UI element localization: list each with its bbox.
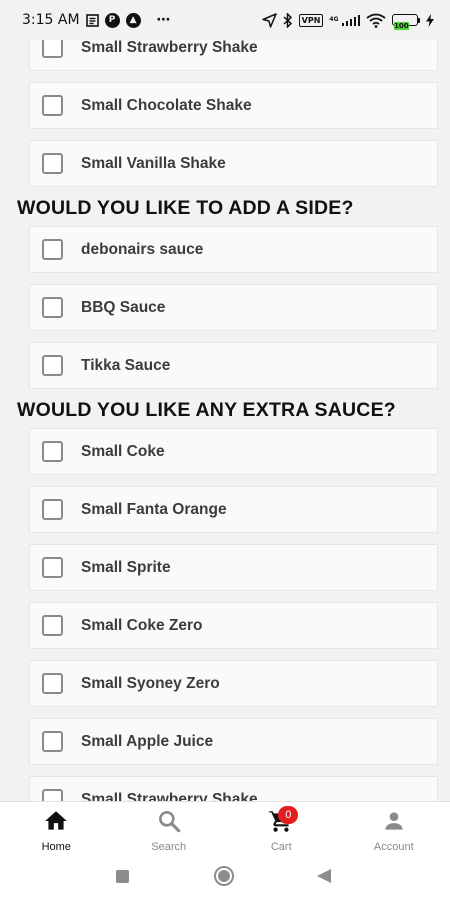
option-small-vanilla-shake[interactable]: Small Vanilla Shake (29, 140, 438, 187)
option-label: BBQ Sauce (81, 298, 166, 316)
options-list[interactable]: Small Strawberry Shake Small Chocolate S… (0, 0, 450, 801)
option-label: Small Syoney Zero (81, 674, 220, 692)
nav-cart-label: Cart (270, 841, 292, 853)
option-label: Small Strawberry Shake (81, 790, 258, 802)
navigation-app-icon: ▲ (125, 12, 141, 28)
option-small-apple-juice[interactable]: Small Apple Juice (29, 718, 438, 765)
option-small-chocolate-shake[interactable]: Small Chocolate Shake (29, 82, 438, 129)
option-label: Small Fanta Orange (81, 500, 227, 518)
option-bbq-sauce[interactable]: BBQ Sauce (29, 284, 438, 331)
checkbox[interactable] (42, 557, 63, 578)
checkbox[interactable] (42, 297, 63, 318)
option-label: Small Apple Juice (81, 732, 214, 750)
nav-search-label: Search (151, 841, 187, 853)
bottom-navigation: Home Search 0 Cart Account (0, 801, 450, 856)
option-small-coke-zero[interactable]: Small Coke Zero (29, 602, 438, 649)
nav-search[interactable]: Search (113, 802, 226, 856)
charging-icon (426, 13, 434, 27)
account-icon (385, 812, 403, 830)
nav-home-label: Home (41, 841, 71, 853)
option-label: Small Strawberry Shake (81, 38, 258, 56)
battery-level: 100 (394, 22, 409, 30)
nav-cart[interactable]: 0 Cart (225, 802, 338, 856)
nav-home[interactable]: Home (0, 802, 113, 856)
option-label: Small Vanilla Shake (81, 154, 226, 172)
recent-apps-icon[interactable] (115, 869, 130, 884)
checkbox[interactable] (42, 731, 63, 752)
search-icon (158, 811, 181, 833)
option-small-fanta-orange[interactable]: Small Fanta Orange (29, 486, 438, 533)
app-notification-icon: P (104, 12, 120, 28)
option-debonairs-sauce[interactable]: debonairs sauce (29, 226, 438, 273)
location-arrow-icon (261, 12, 277, 28)
cell-signal-icon (341, 14, 360, 26)
option-label: debonairs sauce (81, 240, 204, 258)
option-small-coke[interactable]: Small Coke (29, 428, 438, 475)
checkbox[interactable] (42, 153, 63, 174)
wifi-icon (366, 13, 386, 28)
nav-account-label: Account (373, 841, 414, 853)
cart-count-badge: 0 (278, 806, 299, 824)
checkbox[interactable] (42, 355, 63, 376)
checkbox[interactable] (42, 789, 63, 801)
more-notifications-icon: ⋯ (156, 12, 173, 28)
back-button-icon[interactable] (316, 868, 332, 884)
option-label: Small Coke Zero (81, 616, 203, 634)
status-bar: 3:15 AM P ▲ ⋯ VPN 4G 100 (0, 0, 450, 40)
section-title-extra-sauce: WOULD YOU LIKE ANY EXTRA SAUCE? (17, 399, 396, 421)
option-label: Small Chocolate Shake (81, 96, 252, 114)
checkbox[interactable] (42, 441, 63, 462)
option-small-sprite[interactable]: Small Sprite (29, 544, 438, 591)
checkbox[interactable] (42, 95, 63, 116)
option-label: Tikka Sauce (81, 356, 171, 374)
bluetooth-icon (283, 12, 293, 28)
checkbox[interactable] (42, 615, 63, 636)
battery-icon: 100 (392, 14, 420, 30)
home-button-icon[interactable] (213, 865, 235, 887)
network-type-label: 4G (329, 16, 339, 23)
notes-icon (85, 13, 99, 27)
checkbox[interactable] (42, 499, 63, 520)
nav-account[interactable]: Account (338, 802, 450, 856)
option-label: Small Sprite (81, 558, 171, 576)
home-icon (45, 811, 68, 830)
system-navigation-bar (0, 856, 450, 900)
option-small-strawberry-shake-2[interactable]: Small Strawberry Shake (29, 776, 438, 801)
checkbox[interactable] (42, 37, 63, 58)
option-tikka-sauce[interactable]: Tikka Sauce (29, 342, 438, 389)
checkbox[interactable] (42, 673, 63, 694)
checkbox[interactable] (42, 239, 63, 260)
option-small-syoney-zero[interactable]: Small Syoney Zero (29, 660, 438, 707)
clock: 3:15 AM (22, 12, 80, 28)
vpn-icon: VPN (298, 13, 324, 27)
option-label: Small Coke (81, 442, 165, 460)
section-title-side: WOULD YOU LIKE TO ADD A SIDE? (17, 197, 354, 219)
